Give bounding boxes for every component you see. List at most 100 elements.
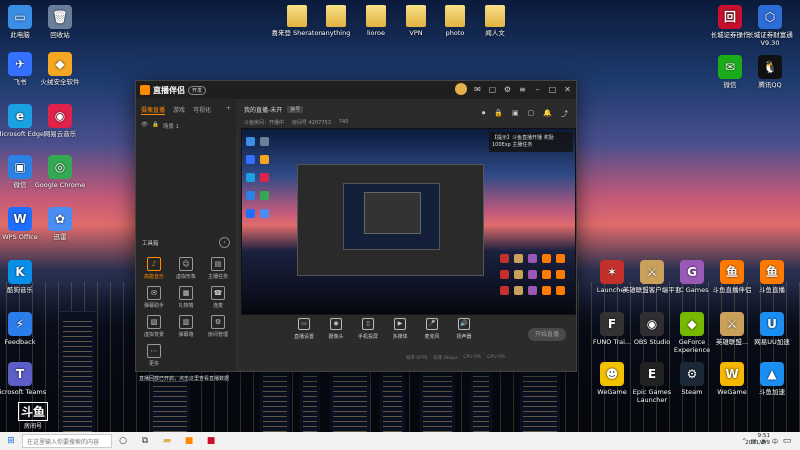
live-streaming-window[interactable]: 直播伴侣 开发 ✉ ▢ ⚙ ≡ – □ ✕ 摄像直播 游戏 可视化 + 👁 🔒 … bbox=[135, 80, 577, 382]
scene-item[interactable]: 👁 🔒 场景 1 bbox=[136, 119, 236, 133]
desktop-icon[interactable]: 🗑 回收站 bbox=[30, 5, 90, 39]
desktop-icon-label: Feedback bbox=[4, 338, 36, 346]
preview-desktop-icon bbox=[246, 191, 255, 200]
tool-label: 虚拟形象 bbox=[175, 274, 196, 280]
preview-desktop-icon bbox=[246, 155, 255, 164]
desktop-icon[interactable]: 鱼斗鱼直播 bbox=[742, 260, 800, 294]
source-button[interactable]: ▯ 手机投屏 bbox=[358, 316, 378, 340]
maximize-icon[interactable]: □ bbox=[548, 85, 557, 94]
cortana-icon[interactable]: ○ bbox=[112, 432, 134, 450]
source-button[interactable]: 🔊 扬声器 bbox=[454, 316, 474, 340]
clock[interactable]: 9:51 2021/8/9 bbox=[745, 433, 770, 447]
tab-game[interactable]: 游戏 bbox=[173, 105, 185, 115]
source-button[interactable]: ◉ 摄像头 bbox=[326, 316, 346, 340]
explorer-icon[interactable]: ▬ bbox=[156, 432, 178, 450]
desktop-icon[interactable]: ◉ 网易云音乐 bbox=[30, 104, 90, 138]
avatar[interactable] bbox=[455, 83, 467, 95]
desktop-icon-glyph-icon: ✶ bbox=[600, 260, 624, 284]
source-button[interactable]: ▶ 多媒体 bbox=[390, 316, 410, 340]
folder-icon[interactable]: 闻人文 bbox=[465, 5, 525, 37]
window-titlebar[interactable]: 直播伴侣 开发 ✉ ▢ ⚙ ≡ – □ ✕ bbox=[136, 81, 576, 99]
switch-account-button[interactable]: 换号 bbox=[287, 106, 304, 113]
preview-desktop-icon bbox=[542, 286, 551, 295]
message-icon[interactable]: ✉ bbox=[473, 85, 482, 94]
toolbox-title: 工具箱 bbox=[142, 241, 159, 247]
desktop-icon-label: 长城证券财富通V9.30 bbox=[747, 31, 793, 47]
tool-button[interactable]: ▤ 主播任务 bbox=[202, 257, 234, 280]
start-icon[interactable]: ⊞ bbox=[0, 432, 22, 450]
preview-desktop-icon bbox=[528, 286, 537, 295]
toolbox-collapse-icon[interactable]: ‹ bbox=[219, 237, 230, 248]
stream-preview[interactable]: 【提示】斗鱼直播开播 奖励 100Exp 主播任务 bbox=[241, 128, 576, 315]
desktop-icon[interactable]: ▲ 斗鱼加速 bbox=[742, 362, 800, 396]
minimize-icon[interactable]: – bbox=[533, 85, 542, 94]
add-scene-icon[interactable]: + bbox=[226, 105, 231, 115]
desktop-icon[interactable]: ✿ 迅雷 bbox=[30, 207, 90, 241]
source-button[interactable]: 🎤 麦克风 bbox=[422, 316, 442, 340]
preview-desktop-icon bbox=[528, 254, 537, 263]
preview-desktop-icon bbox=[500, 270, 509, 279]
tool-button[interactable]: ♪ 高能音乐 bbox=[138, 257, 170, 280]
task-view-icon[interactable]: ⧉ bbox=[134, 432, 156, 450]
app-logo-icon bbox=[140, 85, 150, 95]
folder-icon-glyph-icon bbox=[445, 5, 465, 27]
tool-button[interactable]: ⋯ 更多 bbox=[138, 344, 170, 367]
lock-icon[interactable]: 🔒 bbox=[494, 109, 503, 119]
tool-icon: ▧ bbox=[147, 315, 161, 329]
preview-desktop-icon bbox=[500, 254, 509, 263]
menu-icon[interactable]: ≡ bbox=[518, 85, 527, 94]
gift-icon[interactable]: ▢ bbox=[488, 85, 497, 94]
scene-tabs: 摄像直播 游戏 可视化 + bbox=[136, 99, 236, 119]
lock-icon[interactable]: 🔒 bbox=[152, 122, 159, 130]
share-icon[interactable]: ⤴ bbox=[561, 109, 568, 119]
tool-button[interactable]: ▥ 弹幕墙 bbox=[170, 315, 202, 338]
tab-visual[interactable]: 可视化 bbox=[193, 105, 211, 115]
douyu-taskbar-icon[interactable]: ■ bbox=[178, 432, 200, 450]
tool-button[interactable]: ☺ 虚拟形象 bbox=[170, 257, 202, 280]
tool-button[interactable]: ⚙ 房间管理 bbox=[202, 315, 234, 338]
desktop-icon[interactable]: K 酷狗音乐 bbox=[0, 260, 50, 294]
eye-icon[interactable]: 👁 bbox=[141, 122, 148, 130]
tool-button[interactable]: ▦ 礼物墙 bbox=[170, 286, 202, 309]
desktop-icon-glyph-icon: ✿ bbox=[48, 207, 72, 231]
record-icon[interactable]: ⏺ bbox=[482, 109, 486, 119]
settings-icon[interactable]: ⚙ bbox=[503, 85, 512, 94]
tool-button[interactable]: ☎ 连麦 bbox=[202, 286, 234, 309]
search-input[interactable]: 在这里输入你要搜索的内容 bbox=[22, 434, 112, 448]
desktop-icon[interactable]: ⬡ 长城证券财富通V9.30 bbox=[740, 5, 800, 47]
app-name: 直播伴侣 bbox=[153, 85, 185, 95]
announcement[interactable]: 直播回放已开启，点击这里查看直播数据 bbox=[139, 375, 229, 382]
tool-button[interactable]: ✉ 弹幕助手 bbox=[138, 286, 170, 309]
stat-item: GPU 0% bbox=[487, 355, 506, 360]
close-icon[interactable]: ✕ bbox=[563, 85, 572, 94]
source-label: 扬声器 bbox=[456, 334, 472, 340]
stat-item: 帧率 0FPS bbox=[406, 356, 428, 361]
gift-icon[interactable]: ▢ bbox=[528, 109, 535, 119]
desktop-icon-label: 火绒安全软件 bbox=[40, 78, 80, 86]
desktop-icon[interactable]: ⚡ Feedback bbox=[0, 312, 50, 346]
desktop-icon[interactable]: U 网易UU加速 bbox=[742, 312, 800, 346]
desktop-icon-glyph-icon: ⬡ bbox=[758, 5, 782, 29]
desktop-icon-glyph-icon: W bbox=[720, 362, 744, 386]
source-icon: 🔊 bbox=[458, 318, 470, 330]
desktop-icon[interactable]: ◆ 火绒安全软件 bbox=[30, 52, 90, 86]
source-icon: ▭ bbox=[298, 318, 310, 330]
source-button[interactable]: ▭ 直播设置 bbox=[294, 316, 314, 340]
notifications-icon[interactable]: ▭ bbox=[776, 432, 798, 450]
desktop-icon-glyph-icon: 鱼 bbox=[760, 260, 784, 284]
app-taskbar-icon[interactable]: ■ bbox=[200, 432, 222, 450]
tool-icon: ▥ bbox=[179, 315, 193, 329]
tool-button[interactable]: ▧ 虚拟背景 bbox=[138, 315, 170, 338]
desktop-icon-glyph-icon: ⚔ bbox=[720, 312, 744, 336]
tab-camera-live[interactable]: 摄像直播 bbox=[141, 105, 166, 115]
desktop-icon[interactable]: 🐧 腾讯QQ bbox=[740, 55, 800, 89]
folder-icon-glyph-icon bbox=[326, 5, 346, 27]
desktop-icon[interactable]: ◎ Google Chrome bbox=[30, 155, 90, 189]
preview-desktop-icon bbox=[556, 254, 565, 263]
bell-icon[interactable]: 🔔 bbox=[543, 109, 552, 119]
go-live-button[interactable]: 开始直播 bbox=[528, 328, 566, 341]
preview-desktop-icon bbox=[514, 270, 523, 279]
screenshot-icon[interactable]: ▣ bbox=[512, 109, 519, 119]
desktop-icon[interactable]: T Microsoft Teams bbox=[0, 362, 50, 396]
notification-toast[interactable]: 【提示】斗鱼直播开播 奖励 100Exp 主播任务 bbox=[489, 132, 573, 152]
